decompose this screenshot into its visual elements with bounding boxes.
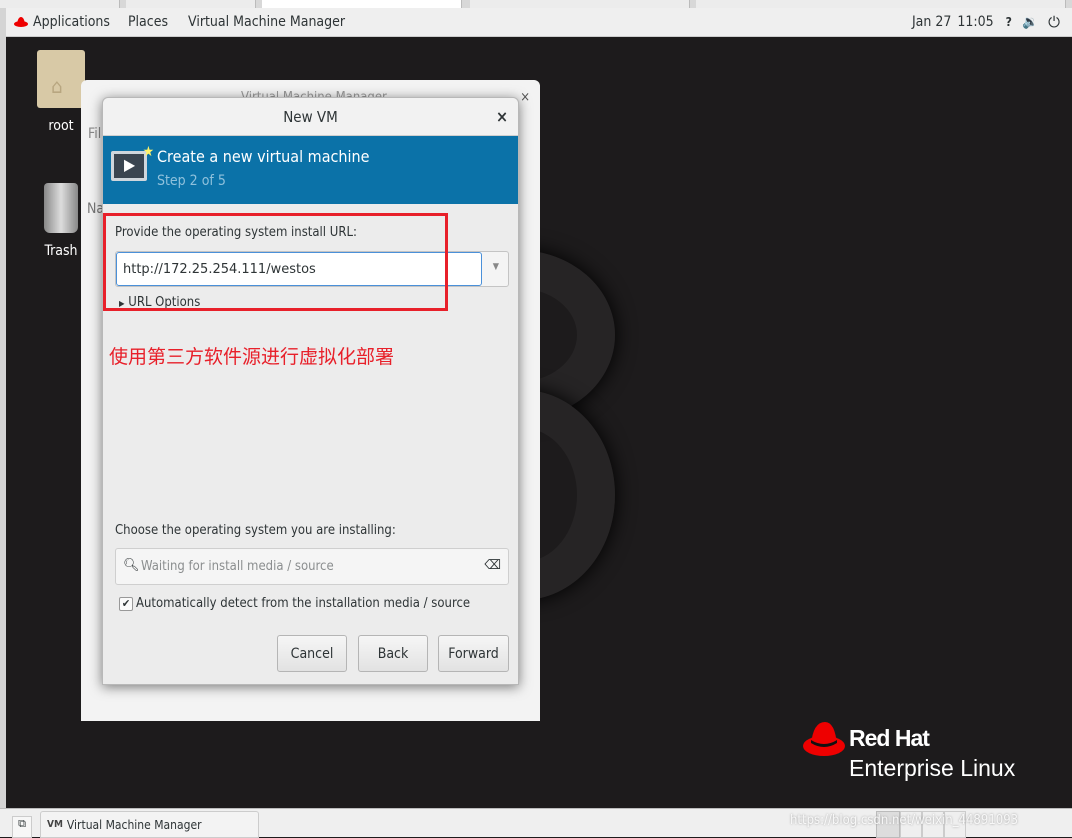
auto-detect-checkbox[interactable]: ✔ Automatically detect from the installa… (119, 596, 470, 611)
checkbox-checked-icon: ✔ (119, 596, 133, 611)
app-menu[interactable]: Virtual Machine Manager (188, 14, 345, 30)
home-folder-icon: ⌂ (37, 50, 85, 108)
taskbar-window-button[interactable]: VM Virtual Machine Manager (40, 811, 259, 838)
new-vm-dialog: New VM × ▶ ★ Create a new virtual machin… (102, 97, 519, 685)
logo-line1: Red Hat (849, 725, 930, 751)
monitor-icon: ▶ ★ (111, 144, 154, 181)
annotation-box (103, 213, 448, 311)
dialog-title: New VM (283, 107, 338, 126)
wizard-banner: ▶ ★ Create a new virtual machine Step 2 … (103, 136, 518, 204)
back-button[interactable]: Back (358, 635, 428, 672)
os-search-placeholder: Waiting for install media / source (141, 559, 334, 574)
forward-button[interactable]: Forward (438, 635, 509, 672)
cancel-button[interactable]: Cancel (277, 635, 347, 672)
network-icon[interactable]: ? (1006, 15, 1012, 29)
os-label: Choose the operating system you are inst… (115, 523, 396, 538)
watermark: https://blog.csdn.net/weixin_44891093 (790, 813, 1019, 828)
power-icon[interactable]: ⏻ (1048, 13, 1060, 31)
redhat-icon (14, 17, 28, 27)
taskbar-window-label: Virtual Machine Manager (66, 817, 202, 832)
top-bar: Applications Places Virtual Machine Mana… (6, 8, 1072, 37)
dialog-titlebar: New VM × (103, 98, 518, 136)
auto-detect-label: Automatically detect from the installati… (136, 596, 471, 611)
vmm-icon: VM (47, 819, 63, 830)
left-edge (0, 8, 6, 808)
logo-line2: Enterprise Linux (849, 755, 1016, 781)
places-menu[interactable]: Places (128, 14, 168, 30)
applications-menu[interactable]: Applications (33, 14, 110, 30)
volume-icon[interactable]: 🔉 (1022, 15, 1038, 30)
trash-icon (44, 183, 78, 233)
file-menu[interactable]: Fil (88, 126, 101, 142)
clear-icon[interactable]: ⌫ (484, 558, 501, 573)
taskbar: ⧉ VM Virtual Machine Manager https://blo… (0, 808, 1072, 838)
top-strip (0, 0, 1072, 8)
close-icon[interactable]: × (496, 107, 508, 126)
annotation-text: 使用第三方软件源进行虚拟化部署 (109, 346, 395, 368)
search-icon: 🔍︎ (123, 558, 140, 573)
banner-title: Create a new virtual machine (157, 147, 370, 166)
time: 11:05 (957, 14, 994, 30)
background-window-close-icon[interactable]: × (520, 90, 530, 105)
date: Jan 27 (911, 14, 952, 30)
redhat-hat-icon (803, 722, 845, 756)
clock[interactable]: Jan 27 11:05 (912, 14, 994, 30)
banner-step: Step 2 of 5 (157, 173, 226, 189)
chevron-down-icon[interactable]: ▼ (493, 262, 499, 272)
show-desktop-button[interactable]: ⧉ (12, 816, 32, 838)
os-search[interactable]: 🔍︎ Waiting for install media / source ⌫ (115, 548, 509, 585)
